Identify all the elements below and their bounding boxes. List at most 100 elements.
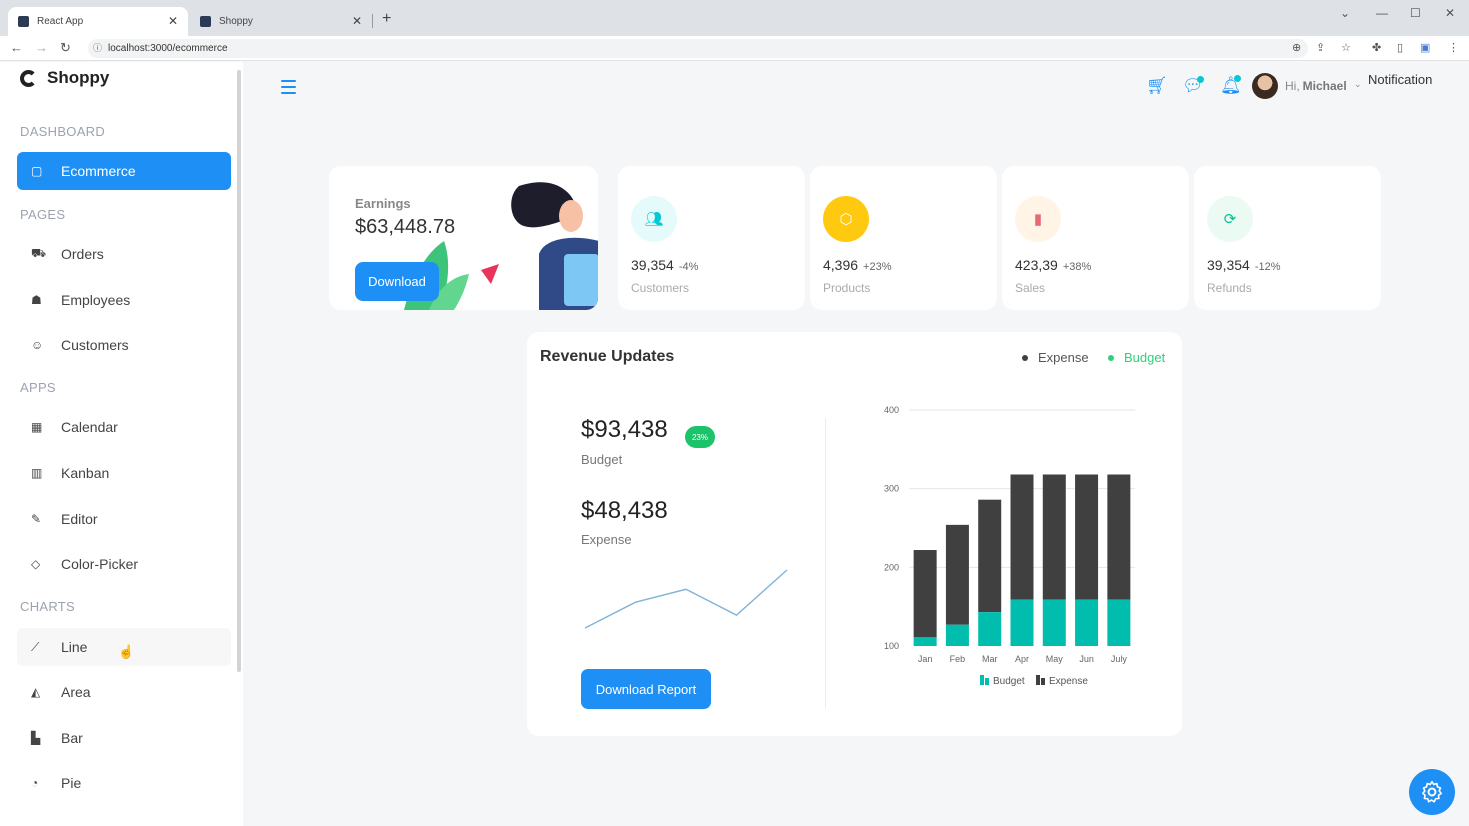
line-chart-icon: ⟋ bbox=[31, 639, 40, 654]
minimize-icon[interactable]: — bbox=[1376, 6, 1388, 20]
refresh-icon[interactable]: ⟳ bbox=[1207, 196, 1253, 242]
stat-change: +23% bbox=[863, 261, 892, 273]
url-text: localhost:3000/ecommerce bbox=[108, 43, 228, 54]
bookmark-star-icon[interactable]: ☆ bbox=[1341, 41, 1351, 54]
bar-chart-icon: ▙ bbox=[31, 731, 41, 745]
y-tick-label: 200 bbox=[884, 562, 899, 572]
notification-label: Notification bbox=[1368, 72, 1433, 87]
tab-divider bbox=[372, 14, 373, 28]
sidebar-item-area[interactable]: ◭ Area bbox=[17, 673, 231, 711]
chat-dot-badge bbox=[1197, 76, 1204, 83]
sidebar-item-orders[interactable]: ⛟ Orders bbox=[17, 235, 231, 273]
bar-chart-icon[interactable]: ▮ bbox=[1015, 196, 1061, 242]
stat-card-customers: 👥︎ 39,354 -4% Customers bbox=[618, 166, 805, 310]
legend-dot bbox=[1022, 354, 1028, 361]
bar-budget-jan bbox=[913, 637, 937, 646]
sidebar-scrollbar[interactable] bbox=[237, 70, 241, 672]
customers-icon[interactable]: 👥︎ bbox=[631, 196, 677, 242]
sidebar-item-calendar[interactable]: ▦ Calendar bbox=[17, 408, 231, 446]
editor-icon: ✎ bbox=[31, 512, 42, 526]
url-field[interactable]: ⓘ localhost:3000/ecommerce bbox=[88, 39, 1308, 58]
browser-tab-react-app[interactable]: React App ✕ bbox=[8, 7, 188, 36]
profile-icon[interactable]: ▣ bbox=[1420, 41, 1430, 54]
sidebar-item-pie[interactable]: ◔ Pie bbox=[17, 764, 231, 802]
sidebar-item-label: Orders bbox=[61, 246, 104, 262]
sidebar-item-customers[interactable]: ☺ Customers bbox=[17, 326, 231, 364]
greeting-text: Hi, bbox=[1285, 79, 1300, 93]
bar-budget-july bbox=[1107, 599, 1131, 646]
new-tab-icon[interactable]: + bbox=[382, 10, 391, 28]
stat-number: 423,39 bbox=[1015, 257, 1058, 273]
sidebar-item-editor[interactable]: ✎ Editor bbox=[17, 500, 231, 538]
close-tab-icon[interactable]: ✕ bbox=[352, 14, 362, 28]
chevron-down-icon[interactable]: ⌄ bbox=[1354, 79, 1362, 90]
sidebar-item-employees[interactable]: ☗ Employees bbox=[17, 281, 231, 319]
stat-card-products: ⬡ 4,396 +23% Products bbox=[810, 166, 997, 310]
sidebar: Shoppy DASHBOARD ▢ Ecommerce PAGES ⛟ Ord… bbox=[0, 62, 243, 826]
stat-change: +38% bbox=[1062, 261, 1092, 273]
sidebar-item-kanban[interactable]: ▥ Kanban bbox=[17, 454, 231, 492]
color-picker-icon: ◇ bbox=[31, 557, 41, 571]
sidebar-item-ecommerce[interactable]: ▢ Ecommerce bbox=[17, 152, 231, 190]
sidebar-item-label: Editor bbox=[61, 511, 98, 527]
cart-icon[interactable]: 🛒︎ bbox=[1146, 76, 1168, 96]
download-button[interactable]: Download bbox=[355, 262, 439, 301]
extensions-icon[interactable]: ✤ bbox=[1372, 41, 1381, 54]
box-icon[interactable]: ⬡ bbox=[823, 196, 869, 242]
maximize-icon[interactable]: ☐ bbox=[1410, 6, 1421, 20]
reload-icon[interactable]: ↻ bbox=[60, 40, 71, 56]
forward-icon[interactable]: → bbox=[35, 40, 48, 55]
sidebar-item-bar[interactable]: ▙ Bar bbox=[17, 719, 231, 757]
stat-label: Customers bbox=[631, 281, 690, 295]
tab-title: Shoppy bbox=[219, 16, 253, 27]
bar-budget-mar bbox=[978, 612, 1002, 646]
menu-toggle-icon[interactable] bbox=[281, 80, 296, 98]
browser-menu-icon[interactable]: ⋮ bbox=[1448, 41, 1459, 54]
bar-expense-feb bbox=[945, 524, 969, 625]
section-title-charts: CHARTS bbox=[20, 599, 76, 614]
site-info-icon[interactable]: ⓘ bbox=[93, 39, 102, 58]
area-chart-icon: ◭ bbox=[31, 685, 41, 699]
settings-button[interactable] bbox=[1409, 769, 1455, 815]
window-close-icon[interactable]: ✕ bbox=[1445, 6, 1455, 20]
browser-tab-shoppy[interactable]: Shoppy ✕ bbox=[190, 7, 372, 36]
close-tab-icon[interactable]: ✕ bbox=[168, 14, 178, 28]
side-panel-icon[interactable]: ▯ bbox=[1397, 41, 1403, 54]
kanban-icon: ▥ bbox=[31, 466, 43, 480]
brand-logo[interactable]: Shoppy bbox=[20, 68, 109, 88]
x-tick-label: Mar bbox=[982, 654, 998, 664]
x-tick-label: Jun bbox=[1079, 654, 1094, 664]
share-icon[interactable]: ⇪ bbox=[1316, 41, 1325, 54]
zoom-icon[interactable]: ⊕ bbox=[1292, 41, 1301, 54]
sidebar-item-color-picker[interactable]: ◇ Color-Picker bbox=[17, 545, 231, 583]
calendar-icon: ▦ bbox=[31, 420, 43, 434]
legend-swatch bbox=[1041, 678, 1045, 685]
tab-title: React App bbox=[37, 16, 84, 27]
sparkline-chart bbox=[584, 569, 788, 629]
sidebar-item-label: Ecommerce bbox=[61, 163, 136, 179]
budget-value: $93,438 bbox=[581, 416, 668, 443]
user-name: Michael bbox=[1302, 79, 1347, 93]
user-greeting[interactable]: Hi, Michael bbox=[1285, 79, 1347, 93]
stat-card-sales: ▮ 423,39 +38% Sales bbox=[1002, 166, 1189, 310]
stat-value: 423,39 +38% bbox=[1015, 257, 1091, 273]
card-divider bbox=[825, 418, 826, 708]
legend-label: Budget bbox=[1124, 350, 1166, 365]
x-tick-label: Feb bbox=[950, 654, 966, 664]
stat-number: 39,354 bbox=[631, 257, 674, 273]
stat-change: -4% bbox=[678, 261, 699, 273]
y-tick-label: 400 bbox=[884, 405, 899, 415]
bar-budget-jun bbox=[1075, 599, 1099, 646]
bar-expense-may bbox=[1042, 474, 1066, 600]
download-report-button[interactable]: Download Report bbox=[581, 669, 711, 709]
stat-value: 39,354 -12% bbox=[1207, 257, 1281, 273]
avatar[interactable] bbox=[1252, 73, 1278, 99]
tab-search-icon[interactable]: ⌄ bbox=[1340, 6, 1350, 20]
sidebar-item-label: Kanban bbox=[61, 465, 110, 481]
gear-icon bbox=[1421, 780, 1443, 803]
revenue-card: Revenue Updates Expense Budget $93,438 2… bbox=[527, 332, 1182, 736]
favicon-icon bbox=[18, 16, 29, 27]
back-icon[interactable]: ← bbox=[10, 40, 23, 55]
stat-label: Refunds bbox=[1207, 281, 1252, 295]
bar-expense-jun bbox=[1075, 474, 1099, 600]
